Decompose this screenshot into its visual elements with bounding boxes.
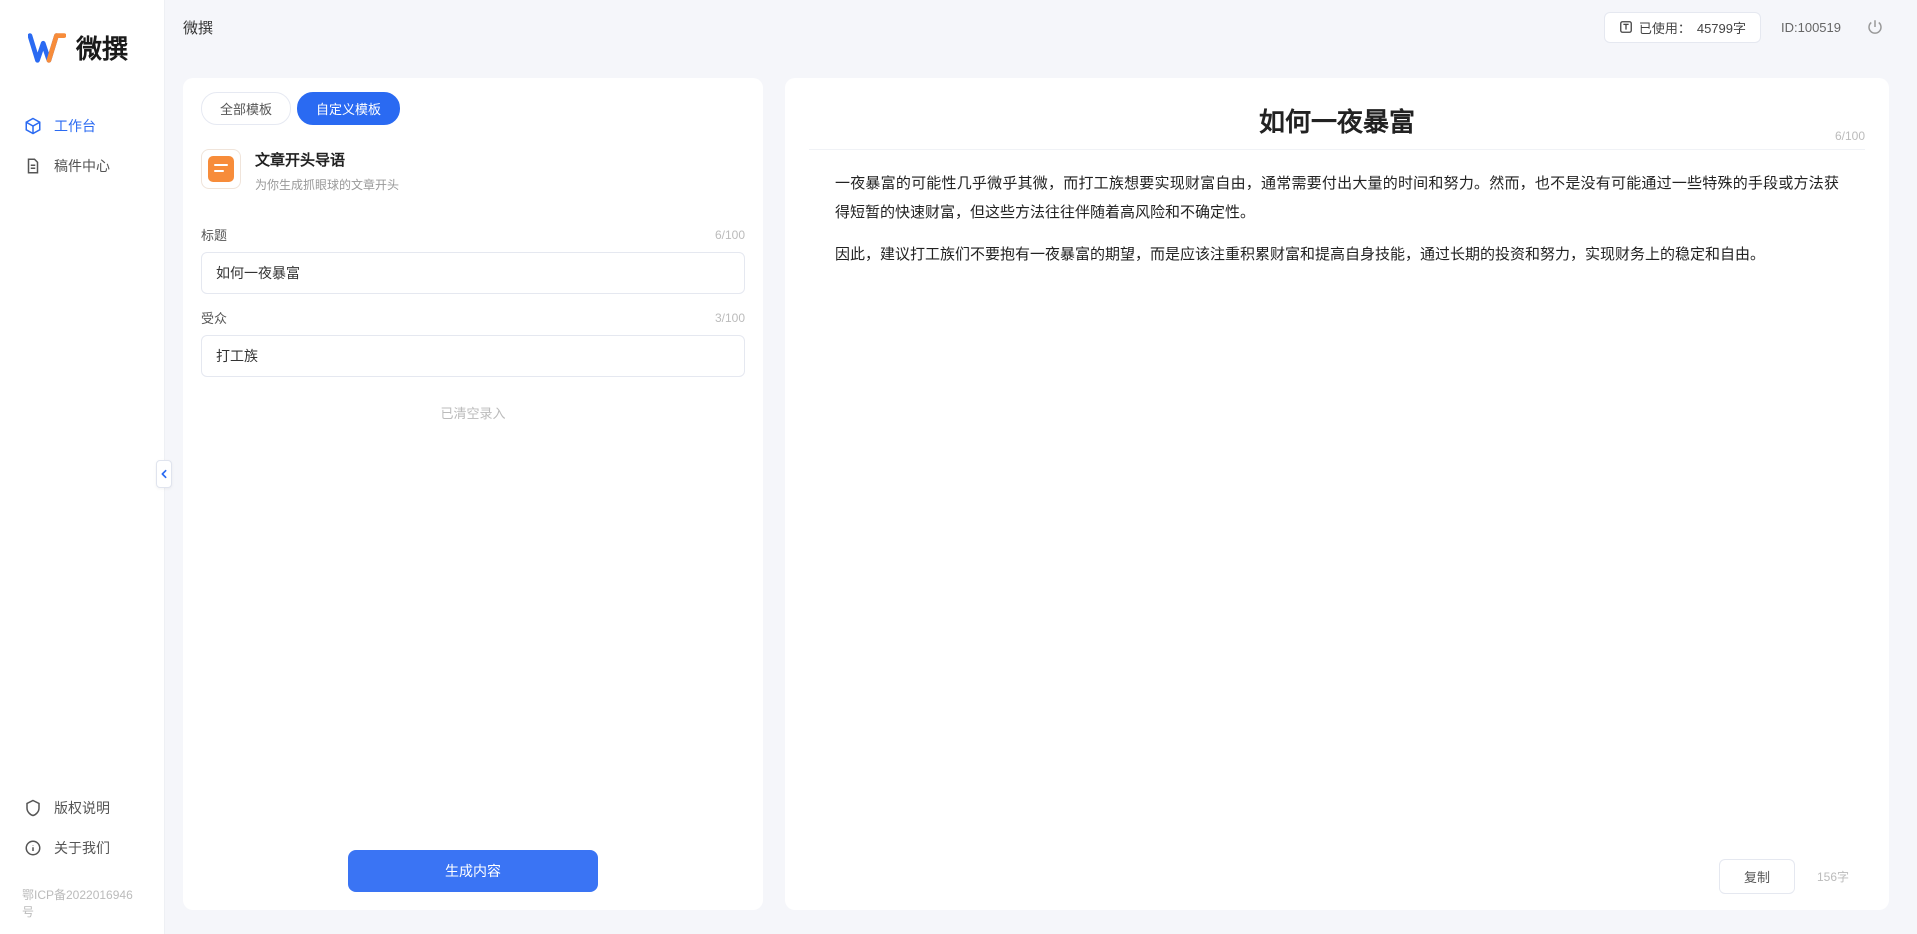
tab-label: 自定义模板 (316, 102, 381, 117)
cube-icon (24, 117, 42, 135)
usage-label: 已使用： (1639, 18, 1691, 37)
nav-label: 稿件中心 (54, 156, 110, 176)
char-count: 6/100 (715, 228, 745, 242)
logo: 微撰 (0, 0, 164, 106)
tab-all-templates[interactable]: 全部模板 (201, 92, 291, 125)
info-icon (24, 839, 42, 857)
content: 全部模板 自定义模板 文章开头导语 为你生成抓眼球的文章开头 (165, 54, 1917, 934)
template-title: 文章开头导语 (255, 149, 399, 170)
template-header: 文章开头导语 为你生成抓眼球的文章开头 (183, 139, 763, 211)
sidebar-item-drafts[interactable]: 稿件中心 (10, 146, 154, 186)
user-id-label: ID:100519 (1781, 20, 1841, 35)
field-title: 标题 6/100 (201, 225, 745, 294)
tab-custom-template[interactable]: 自定义模板 (297, 92, 400, 125)
clear-input-hint[interactable]: 已清空录入 (201, 403, 745, 422)
tab-label: 全部模板 (220, 102, 272, 117)
sidebar-collapse-button[interactable] (156, 460, 172, 488)
usage-badge[interactable]: 已使用： 45799字 (1604, 12, 1761, 43)
output-title: 如何一夜暴富 (859, 102, 1815, 139)
chevron-left-icon (159, 469, 169, 479)
field-label: 标题 (201, 225, 227, 244)
output-paragraph: 因此，建议打工族们不要抱有一夜暴富的期望，而是应该注重积累财富和提高自身技能，通… (835, 241, 1839, 270)
main: 微撰 已使用： 45799字 ID:100519 (165, 0, 1917, 934)
sidebar-footer: 版权说明 关于我们 (0, 778, 164, 878)
nav: 工作台 稿件中心 (0, 106, 164, 778)
nav-label: 版权说明 (54, 798, 110, 818)
logo-text: 微撰 (76, 29, 128, 66)
output-title-count: 6/100 (1835, 129, 1865, 143)
output-body[interactable]: 一夜暴富的可能性几乎微乎其微，而打工族想要实现财富自由，通常需要付出大量的时间和… (785, 150, 1889, 849)
audience-input[interactable] (201, 335, 745, 377)
sidebar-item-about[interactable]: 关于我们 (10, 828, 154, 868)
output-title-row: 如何一夜暴富 6/100 (809, 102, 1865, 150)
nav-label: 工作台 (54, 116, 96, 136)
char-count: 3/100 (715, 311, 745, 325)
title-input[interactable] (201, 252, 745, 294)
output-panel: 如何一夜暴富 6/100 一夜暴富的可能性几乎微乎其微，而打工族想要实现财富自由… (785, 78, 1889, 910)
document-icon (208, 156, 234, 182)
output-paragraph: 一夜暴富的可能性几乎微乎其微，而打工族想要实现财富自由，通常需要付出大量的时间和… (835, 170, 1839, 227)
sidebar: 微撰 工作台 稿件中心 (0, 0, 165, 934)
field-audience: 受众 3/100 (201, 308, 745, 377)
nav-label: 关于我们 (54, 838, 110, 858)
form-panel: 全部模板 自定义模板 文章开头导语 为你生成抓眼球的文章开头 (183, 78, 763, 910)
document-icon (24, 157, 42, 175)
usage-value: 45799字 (1697, 18, 1746, 37)
sidebar-item-copyright[interactable]: 版权说明 (10, 788, 154, 828)
template-desc: 为你生成抓眼球的文章开头 (255, 176, 399, 193)
sidebar-item-workbench[interactable]: 工作台 (10, 106, 154, 146)
template-icon (201, 149, 241, 189)
field-label: 受众 (201, 308, 227, 327)
output-footer: 复制 156字 (785, 849, 1889, 894)
logout-button[interactable] (1861, 13, 1889, 41)
form: 标题 6/100 受众 3/100 已清空录入 (183, 211, 763, 834)
word-count: 156字 (1817, 868, 1849, 885)
topbar: 微撰 已使用： 45799字 ID:100519 (165, 0, 1917, 54)
icp-text: 鄂ICP备2022016946号 (0, 878, 164, 934)
copy-button[interactable]: 复制 (1719, 859, 1795, 894)
text-icon (1619, 20, 1633, 34)
page-title: 微撰 (183, 17, 213, 38)
power-icon (1866, 18, 1884, 36)
template-tabs: 全部模板 自定义模板 (183, 92, 763, 139)
logo-icon (28, 28, 66, 66)
generate-button[interactable]: 生成内容 (348, 850, 598, 892)
shield-icon (24, 799, 42, 817)
